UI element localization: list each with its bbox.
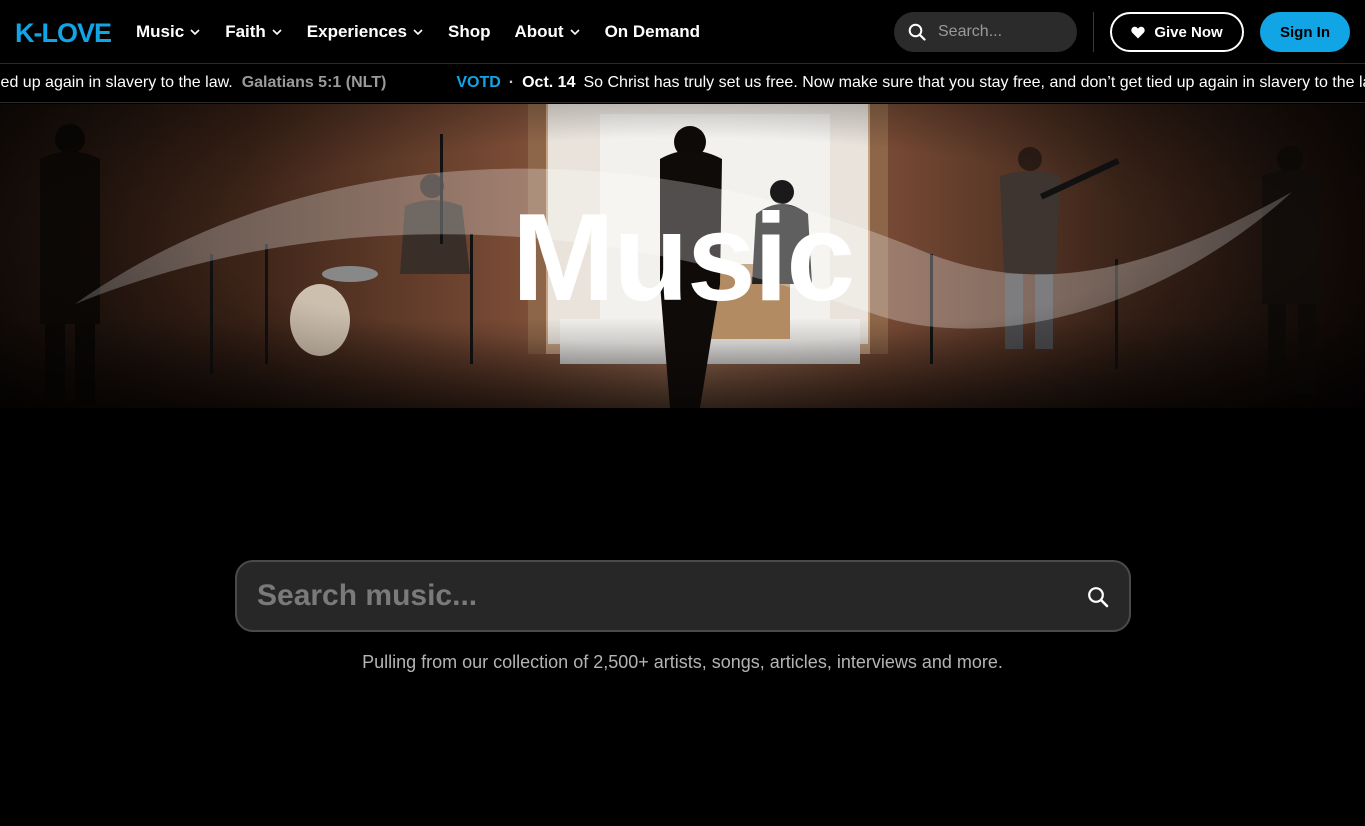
search-icon[interactable] [1087, 586, 1109, 608]
chevron-down-icon [570, 29, 580, 36]
give-now-button[interactable]: Give Now [1110, 12, 1244, 52]
chevron-down-icon [272, 29, 282, 36]
nav-item-label: Experiences [306, 22, 407, 41]
nav-item-on-demand[interactable]: On Demand [605, 22, 700, 42]
search-caption: Pulling from our collection of 2,500+ ar… [362, 652, 1003, 672]
sign-in-label: Sign In [1280, 23, 1330, 41]
klove-logo-icon: K-LOVE [15, 18, 112, 46]
music-search-input[interactable] [257, 579, 1057, 613]
nav-item-label: Shop [447, 22, 491, 41]
nav-item-label: On Demand [604, 22, 700, 41]
nav-item-shop[interactable]: Shop [448, 22, 491, 42]
nav-item-label: About [514, 22, 564, 41]
ticker-date: Oct. 14 [522, 74, 576, 91]
hero-banner: Music [0, 104, 1365, 408]
ticker-separator: · [508, 74, 515, 91]
header-search-input[interactable] [938, 23, 1068, 41]
nav-item-music[interactable]: Music [136, 22, 201, 42]
sign-in-button[interactable]: Sign In [1260, 12, 1350, 52]
search-icon[interactable] [908, 23, 926, 41]
votd-label: VOTD [456, 74, 501, 91]
nav-item-label: Faith [225, 22, 266, 41]
give-now-label: Give Now [1154, 23, 1223, 41]
svg-text:K-LOVE: K-LOVE [15, 18, 111, 46]
klove-logo[interactable]: K-LOVE [15, 18, 113, 46]
nav-item-experiences[interactable]: Experiences [307, 22, 424, 42]
top-nav: K-LOVE Music Faith Experiences Shop Abou… [0, 0, 1365, 64]
music-search-box [235, 560, 1131, 632]
hero-title: Music [511, 189, 855, 327]
nav-item-about[interactable]: About [514, 22, 580, 42]
chevron-down-icon [190, 29, 200, 36]
header-search [894, 12, 1077, 52]
ticker-verse-tail: ied up again in slavery to the law. [0, 74, 233, 91]
ticker-verse: So Christ has truly set us free. Now mak… [583, 74, 1365, 91]
heart-icon [1131, 26, 1145, 38]
verse-ticker[interactable]: ied up again in slavery to the law. Gala… [0, 65, 1365, 103]
main-menu: Music Faith Experiences Shop About On De… [136, 0, 724, 64]
nav-divider [1093, 12, 1094, 52]
nav-item-faith[interactable]: Faith [225, 22, 283, 42]
ticker-reference: Galatians 5:1 (NLT) [241, 74, 387, 91]
nav-item-label: Music [136, 22, 185, 41]
chevron-down-icon [413, 29, 423, 36]
